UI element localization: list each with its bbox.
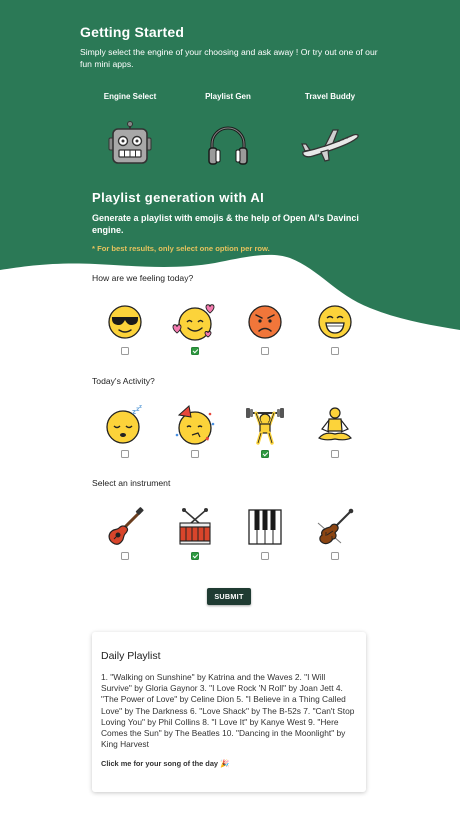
section-subtitle: Generate a playlist with emojis & the he… [92, 213, 359, 235]
angry-face-icon[interactable] [240, 297, 290, 347]
checkbox[interactable] [191, 552, 199, 560]
headphones-icon[interactable] [183, 115, 273, 173]
option-activity-yoga[interactable] [310, 400, 360, 458]
checkbox[interactable] [121, 552, 129, 560]
violin-icon[interactable] [310, 502, 360, 552]
checkbox[interactable] [261, 450, 269, 458]
grinning-face-icon[interactable] [310, 297, 360, 347]
playlist-text: 1. "Walking on Sunshine" by Katrina and … [101, 672, 355, 750]
song-of-the-day-link[interactable]: Click me for your song of the day 🎉 [101, 759, 356, 768]
checkbox[interactable] [331, 552, 339, 560]
option-instrument-guitar[interactable] [100, 502, 150, 560]
option-activity-sleep[interactable]: z z z [100, 400, 150, 458]
page-subtitle: Simply select the engine of your choosin… [80, 47, 378, 69]
airplane-icon[interactable] [285, 115, 375, 173]
option-instrument-piano[interactable] [240, 502, 290, 560]
option-activity-party[interactable] [170, 400, 220, 458]
app-engine-select[interactable]: Engine Select [85, 92, 175, 173]
option-activity-workout[interactable] [240, 400, 290, 458]
checkbox[interactable] [191, 347, 199, 355]
checkbox[interactable] [121, 450, 129, 458]
question-instrument-label: Select an instrument [92, 478, 171, 488]
app-travel-buddy[interactable]: Travel Buddy [285, 92, 375, 173]
playlist-title: Daily Playlist [101, 650, 161, 662]
option-instrument-drum[interactable] [170, 502, 220, 560]
page-title: Getting Started [80, 24, 185, 40]
option-feeling-happy[interactable] [310, 297, 360, 355]
robot-icon[interactable] [85, 115, 175, 173]
smiling-face-with-hearts-icon[interactable] [170, 297, 220, 347]
svg-text:z: z [139, 405, 142, 410]
question-feeling-label: How are we feeling today? [92, 273, 194, 283]
checkbox[interactable] [261, 347, 269, 355]
checkbox[interactable] [261, 552, 269, 560]
option-feeling-love[interactable] [170, 297, 220, 355]
checkbox[interactable] [331, 450, 339, 458]
option-instrument-violin[interactable] [310, 502, 360, 560]
drum-icon[interactable] [170, 502, 220, 552]
hint-text: * For best results, only select one opti… [92, 244, 270, 253]
option-feeling-angry[interactable] [240, 297, 290, 355]
piano-keys-icon[interactable] [240, 502, 290, 552]
app-label: Playlist Gen [205, 92, 251, 101]
section-title: Playlist generation with AI [92, 190, 265, 205]
app-playlist-gen[interactable]: Playlist Gen [183, 92, 273, 173]
weightlifter-icon[interactable] [240, 400, 290, 450]
checkbox[interactable] [191, 450, 199, 458]
partying-face-icon[interactable] [170, 400, 220, 450]
app-label: Travel Buddy [304, 92, 356, 101]
submit-button[interactable]: SUBMIT [207, 588, 251, 605]
checkbox[interactable] [331, 347, 339, 355]
playlist-card: Daily Playlist 1. "Walking on Sunshine" … [92, 632, 366, 792]
guitar-icon[interactable] [100, 502, 150, 552]
option-feeling-cool[interactable] [100, 297, 150, 355]
meditation-icon[interactable] [310, 400, 360, 450]
question-activity-label: Today's Activity? [92, 376, 155, 386]
sunglasses-face-icon[interactable] [100, 297, 150, 347]
sleeping-face-icon[interactable]: z z z [100, 400, 150, 450]
checkbox[interactable] [121, 347, 129, 355]
app-label: Engine Select [103, 92, 157, 101]
